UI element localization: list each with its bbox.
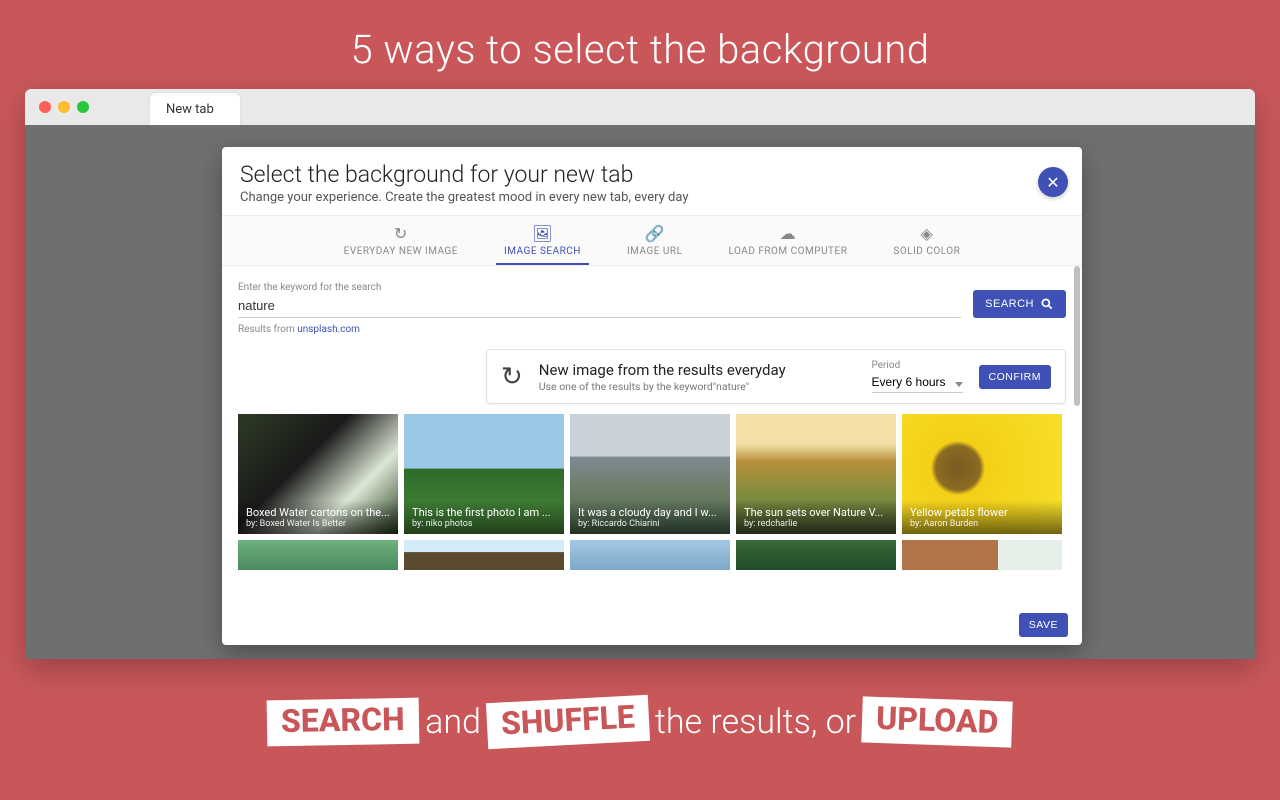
dialog-subtitle: Change your experience. Create the great… [240,190,1064,205]
close-dialog-button[interactable]: ✕ [1038,167,1068,197]
everyday-subtitle: Use one of the results by the keyword"na… [539,380,856,393]
chevron-down-icon [955,382,963,387]
thumb-caption: Yellow petals flower [910,506,1054,519]
scrollbar-thumb[interactable] [1074,266,1080,406]
minimize-window-icon[interactable] [58,101,70,113]
period-select[interactable]: Every 6 hours [872,372,963,393]
result-thumb[interactable] [238,540,398,570]
browser-viewport: Select the background for your new tab C… [25,125,1255,659]
save-button[interactable]: SAVE [1019,613,1068,637]
tab-image-url[interactable]: 🔗 IMAGE URL [619,216,691,265]
tab-label: LOAD FROM COMPUTER [728,246,847,257]
tab-icon: ☁ [728,224,847,243]
panel-scrollbar[interactable] [1074,266,1080,645]
everyday-card: ↺ New image from the results everyday Us… [486,349,1066,404]
thumb-caption: Boxed Water cartons on the... [246,506,390,519]
background-dialog: Select the background for your new tab C… [222,147,1082,645]
browser-window: New tab Select the background for your n… [25,89,1255,659]
promo-tagline: SEARCH and SHUFFLE the results, or UPLOA… [0,699,1280,745]
result-thumb[interactable] [736,540,896,570]
result-thumb[interactable]: This is the first photo I am ...by: niko… [404,414,564,534]
everyday-title: New image from the results everyday [539,361,856,379]
close-window-icon[interactable] [39,101,51,113]
search-icon [1040,297,1054,311]
confirm-button[interactable]: CONFIRM [979,365,1052,389]
search-button[interactable]: SEARCH [973,290,1066,318]
results-source: Results from unsplash.com [238,324,1066,335]
dialog-header: Select the background for your new tab C… [222,147,1082,215]
result-thumb[interactable]: It was a cloudy day and I w...by: Riccar… [570,414,730,534]
tab-label: IMAGE URL [627,246,683,257]
result-thumb[interactable]: The sun sets over Nature V...by: redchar… [736,414,896,534]
replay-icon: ↺ [501,362,523,392]
tab-label: SOLID COLOR [893,246,960,257]
tagline-text: and [425,702,481,742]
search-input[interactable] [238,296,961,318]
tab-icon: ↻ [344,224,458,243]
thumb-caption: It was a cloudy day and I w... [578,506,722,519]
tagline-highlight-search: SEARCH [267,698,419,747]
tab-label: EVERYDAY NEW IMAGE [344,246,458,257]
search-button-label: SEARCH [985,298,1034,310]
result-thumb[interactable]: Boxed Water cartons on the...by: Boxed W… [238,414,398,534]
results-row-1: Boxed Water cartons on the...by: Boxed W… [238,414,1066,534]
thumb-author: by: Aaron Burden [910,519,1054,529]
promo-heading: 5 ways to select the background [0,0,1280,89]
window-titlebar: New tab [25,89,1255,125]
browser-tab-label: New tab [166,102,214,117]
unsplash-link[interactable]: unsplash.com [297,324,360,335]
period-label: Period [872,360,963,371]
tab-image-search[interactable]: 🖼 IMAGE SEARCH [496,216,589,265]
thumb-caption: The sun sets over Nature V... [744,506,888,519]
thumb-author: by: niko photos [412,519,556,529]
dialog-title: Select the background for your new tab [240,161,1064,188]
result-thumb[interactable]: Yellow petals flowerby: Aaron Burden [902,414,1062,534]
thumb-author: by: Boxed Water Is Better [246,519,390,529]
thumb-image [404,540,564,570]
thumb-image [570,540,730,570]
result-thumb[interactable] [570,540,730,570]
tagline-text: the results, or [655,702,856,742]
thumb-caption: This is the first photo I am ... [412,506,556,519]
thumb-author: by: redcharlie [744,519,888,529]
maximize-window-icon[interactable] [77,101,89,113]
tab-icon: ◈ [893,224,960,243]
search-field-label: Enter the keyword for the search [238,282,961,293]
result-thumb[interactable] [404,540,564,570]
image-search-panel: Enter the keyword for the search SEARCH … [222,266,1082,645]
close-icon: ✕ [1046,173,1059,192]
thumb-image [736,540,896,570]
tab-icon: 🔗 [627,224,683,243]
browser-tab[interactable]: New tab [150,93,240,125]
source-tabs: ↻ EVERYDAY NEW IMAGE 🖼 IMAGE SEARCH 🔗 IMAGE U… [222,215,1082,266]
thumb-image [238,540,398,570]
traffic-lights [35,101,89,113]
tab-solid-color[interactable]: ◈ SOLID COLOR [885,216,968,265]
results-row-2 [238,540,1066,570]
tab-everyday-new-image[interactable]: ↻ EVERYDAY NEW IMAGE [336,216,466,265]
tagline-highlight-upload: UPLOAD [861,696,1013,747]
tab-load-from-computer[interactable]: ☁ LOAD FROM COMPUTER [720,216,855,265]
thumb-image [902,540,1062,570]
tagline-highlight-shuffle: SHUFFLE [486,695,650,749]
tab-label: IMAGE SEARCH [504,246,581,257]
tab-icon: 🖼 [504,224,581,243]
thumb-author: by: Riccardo Chiarini [578,519,722,529]
result-thumb[interactable] [902,540,1062,570]
